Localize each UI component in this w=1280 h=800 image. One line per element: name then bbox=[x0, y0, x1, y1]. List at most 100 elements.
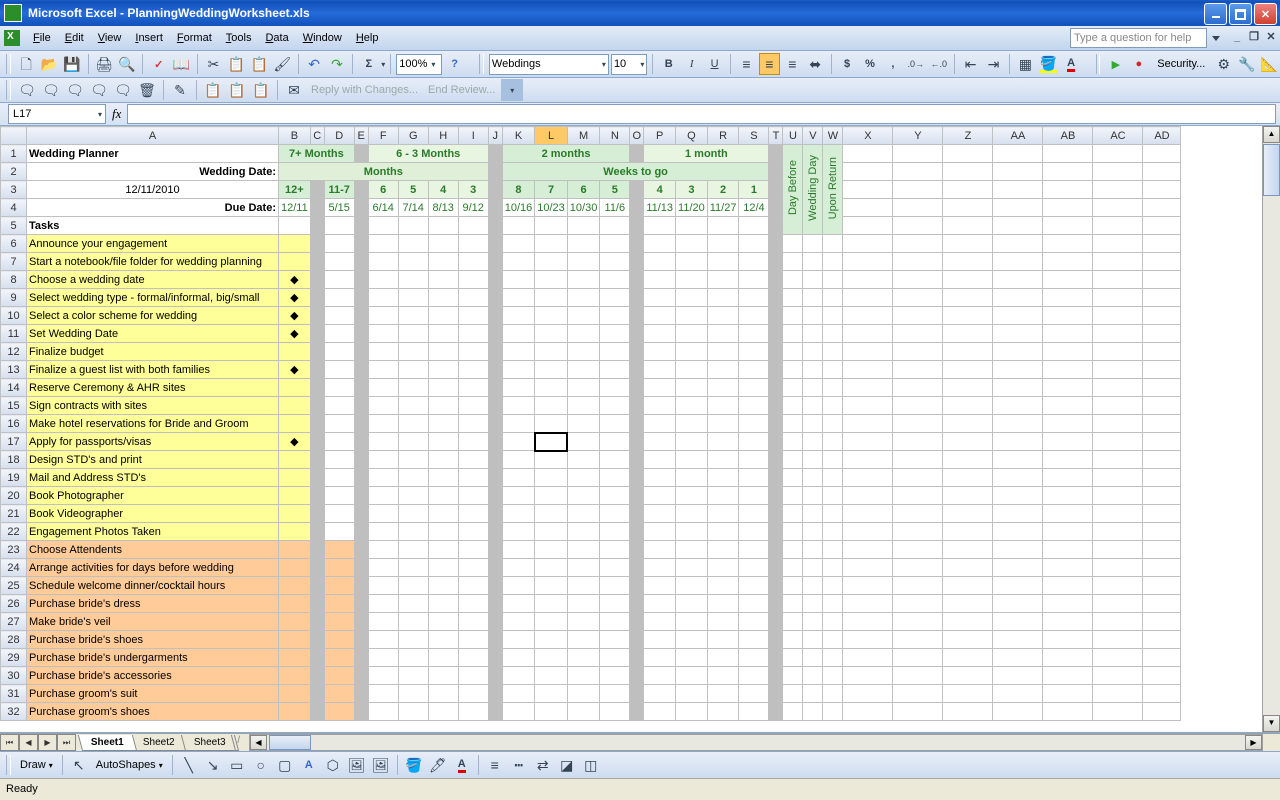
design-mode-icon[interactable]: 📐 bbox=[1259, 53, 1280, 75]
font-size-combo[interactable]: 10▾ bbox=[611, 54, 647, 75]
sheet-tab-sheet2[interactable]: Sheet2 bbox=[130, 735, 188, 751]
cell-F17[interactable] bbox=[368, 433, 398, 451]
cell-K11[interactable] bbox=[502, 325, 535, 343]
cell-L9[interactable] bbox=[535, 289, 568, 307]
cell-M32[interactable] bbox=[567, 703, 600, 721]
cell-D32[interactable] bbox=[324, 703, 354, 721]
increase-indent-icon[interactable]: ⇥ bbox=[983, 53, 1004, 75]
cell-B23[interactable] bbox=[279, 541, 311, 559]
cell-L26[interactable] bbox=[535, 595, 568, 613]
row-header-24[interactable]: 24 bbox=[1, 559, 27, 577]
row-header-3[interactable]: 3 bbox=[1, 181, 27, 199]
col-header-Q[interactable]: Q bbox=[676, 127, 708, 145]
row-header-4[interactable]: 4 bbox=[1, 199, 27, 217]
cell-R19[interactable] bbox=[707, 469, 739, 487]
cell-J21[interactable] bbox=[488, 505, 502, 523]
cell-A32[interactable]: Purchase groom's shoes bbox=[27, 703, 279, 721]
cell-B25[interactable] bbox=[279, 577, 311, 595]
cell-N15[interactable] bbox=[600, 397, 630, 415]
cell-K29[interactable] bbox=[502, 649, 535, 667]
cell-O7[interactable] bbox=[630, 253, 644, 271]
fill-color-icon[interactable]: 🪣 bbox=[1038, 53, 1059, 75]
cell-S9[interactable] bbox=[739, 289, 769, 307]
format-painter-icon[interactable]: 🖌 bbox=[272, 53, 293, 75]
font-color-icon[interactable]: A bbox=[1061, 53, 1082, 75]
cell-G24[interactable] bbox=[398, 559, 428, 577]
line-style-icon[interactable]: ≡ bbox=[484, 754, 506, 776]
new-comment-icon[interactable]: 🗨 bbox=[16, 79, 38, 101]
cell-G9[interactable] bbox=[398, 289, 428, 307]
cell-L11[interactable] bbox=[535, 325, 568, 343]
cell-B30[interactable] bbox=[279, 667, 311, 685]
cell-L18[interactable] bbox=[535, 451, 568, 469]
cell-O3[interactable] bbox=[630, 181, 644, 199]
cell-K13[interactable] bbox=[502, 361, 535, 379]
cell-G14[interactable] bbox=[398, 379, 428, 397]
cell-L27[interactable] bbox=[535, 613, 568, 631]
row-header-2[interactable]: 2 bbox=[1, 163, 27, 181]
cell-S23[interactable] bbox=[739, 541, 769, 559]
cell-P14[interactable] bbox=[644, 379, 676, 397]
cell-A19[interactable]: Mail and Address STD's bbox=[27, 469, 279, 487]
cell-E24[interactable] bbox=[354, 559, 368, 577]
cell-I23[interactable] bbox=[458, 541, 488, 559]
maximize-button[interactable] bbox=[1229, 3, 1252, 25]
cell-M13[interactable] bbox=[567, 361, 600, 379]
cell-P10[interactable] bbox=[644, 307, 676, 325]
align-left-icon[interactable]: ≡ bbox=[736, 53, 757, 75]
cell-P20[interactable] bbox=[644, 487, 676, 505]
cell-L7[interactable] bbox=[535, 253, 568, 271]
cell-K10[interactable] bbox=[502, 307, 535, 325]
cell-P29[interactable] bbox=[644, 649, 676, 667]
cell-K28[interactable] bbox=[502, 631, 535, 649]
col-header-AC[interactable]: AC bbox=[1093, 127, 1143, 145]
play-icon[interactable]: ▶ bbox=[1105, 53, 1126, 75]
menu-insert[interactable]: Insert bbox=[128, 29, 170, 47]
cell-H12[interactable] bbox=[428, 343, 458, 361]
cell-V1[interactable]: Wedding Day bbox=[803, 145, 823, 235]
cell-A11[interactable]: Set Wedding Date bbox=[27, 325, 279, 343]
cell-M16[interactable] bbox=[567, 415, 600, 433]
cell-E30[interactable] bbox=[354, 667, 368, 685]
cell-H11[interactable] bbox=[428, 325, 458, 343]
cell-E6[interactable] bbox=[354, 235, 368, 253]
spreadsheet-grid[interactable]: ABCDEFGHIJKLMNOPQRSTUVWXYZAAABACAD1 Wedd… bbox=[0, 126, 1280, 733]
row-header-20[interactable]: 20 bbox=[1, 487, 27, 505]
fx-icon[interactable]: fx bbox=[112, 106, 121, 122]
cell-F26[interactable] bbox=[368, 595, 398, 613]
cell-L20[interactable] bbox=[535, 487, 568, 505]
cell-K14[interactable] bbox=[502, 379, 535, 397]
cell-M29[interactable] bbox=[567, 649, 600, 667]
cell-B28[interactable] bbox=[279, 631, 311, 649]
cell-F29[interactable] bbox=[368, 649, 398, 667]
cell-F14[interactable] bbox=[368, 379, 398, 397]
cell-H7[interactable] bbox=[428, 253, 458, 271]
cell-K2[interactable]: Weeks to go bbox=[502, 163, 769, 181]
minimize-button[interactable] bbox=[1204, 3, 1227, 25]
cell-I14[interactable] bbox=[458, 379, 488, 397]
menu-help[interactable]: Help bbox=[349, 29, 386, 47]
cell-M3[interactable]: 6 bbox=[567, 181, 600, 199]
cell-Q25[interactable] bbox=[676, 577, 708, 595]
cell-M11[interactable] bbox=[567, 325, 600, 343]
cell-G11[interactable] bbox=[398, 325, 428, 343]
cell-J30[interactable] bbox=[488, 667, 502, 685]
cell-A23[interactable]: Choose Attendents bbox=[27, 541, 279, 559]
cell-P18[interactable] bbox=[644, 451, 676, 469]
cell-J26[interactable] bbox=[488, 595, 502, 613]
dash-style-icon[interactable]: ┅ bbox=[508, 754, 530, 776]
cell-D30[interactable] bbox=[324, 667, 354, 685]
cell-F25[interactable] bbox=[368, 577, 398, 595]
cell-E25[interactable] bbox=[354, 577, 368, 595]
cell-W1[interactable]: Upon Return bbox=[823, 145, 843, 235]
cell-A30[interactable]: Purchase bride's accessories bbox=[27, 667, 279, 685]
cell-J6[interactable] bbox=[488, 235, 502, 253]
cell-O11[interactable] bbox=[630, 325, 644, 343]
cell-Q14[interactable] bbox=[676, 379, 708, 397]
print-preview-icon[interactable]: 🔍 bbox=[116, 53, 137, 75]
cell-H6[interactable] bbox=[428, 235, 458, 253]
cell-J27[interactable] bbox=[488, 613, 502, 631]
oval-icon[interactable]: ○ bbox=[250, 754, 272, 776]
cell-S3[interactable]: 1 bbox=[739, 181, 769, 199]
arrow-icon[interactable]: ↘ bbox=[202, 754, 224, 776]
